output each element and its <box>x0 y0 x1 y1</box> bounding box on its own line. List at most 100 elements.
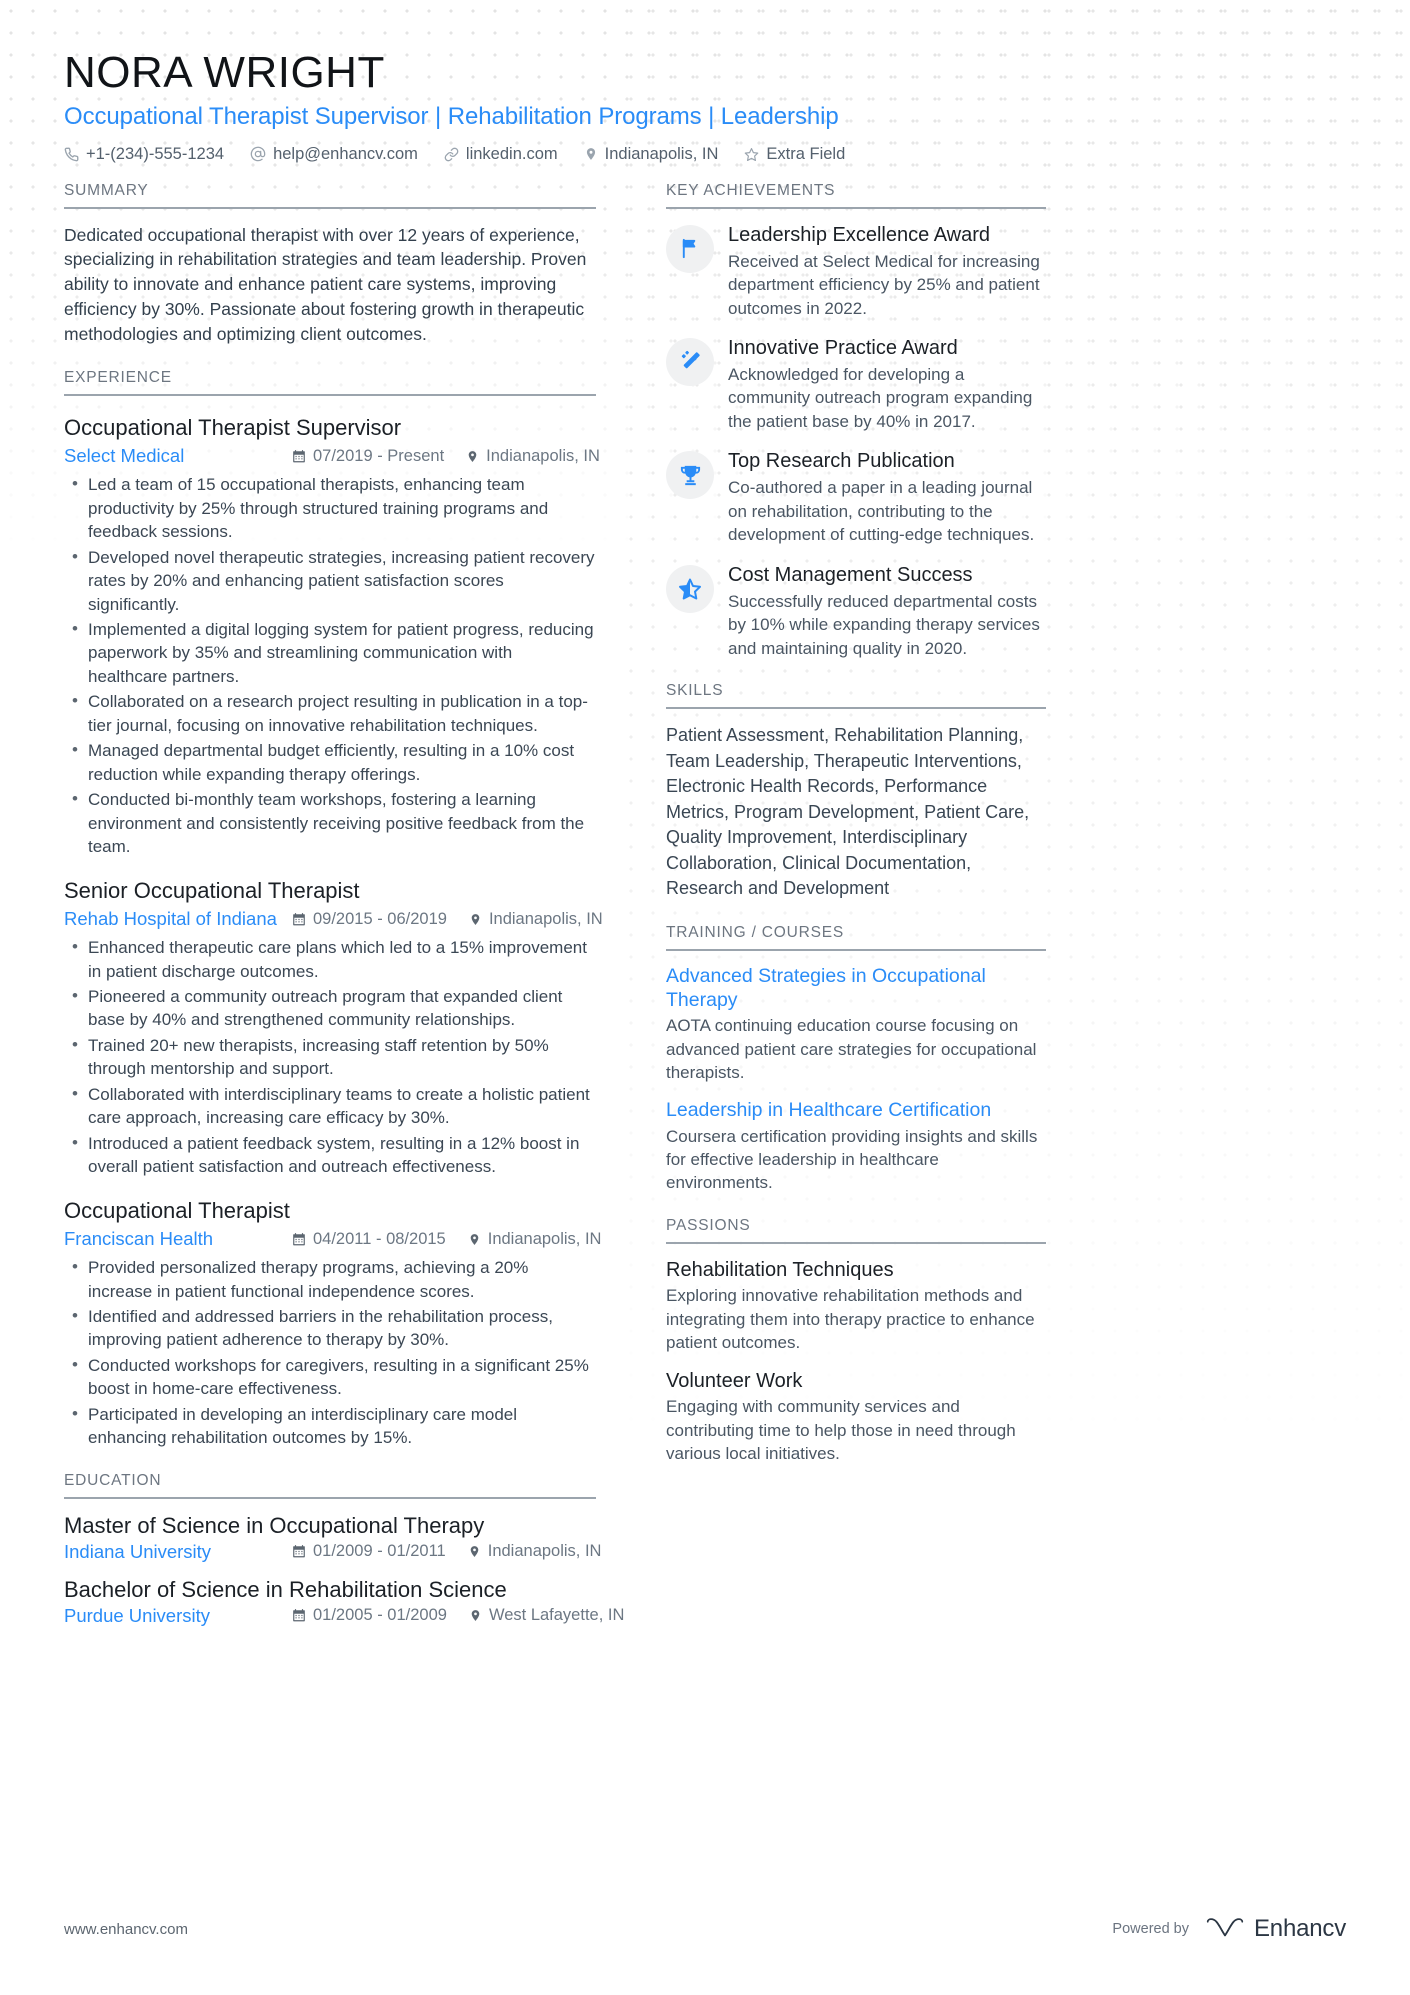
job-title: Occupational Therapist <box>64 1197 290 1223</box>
contact-location: Indianapolis, IN <box>584 145 718 164</box>
section-experience: EXPERIENCE Occupational Therapist Superv… <box>64 369 603 1450</box>
job-title: Occupational Therapist Supervisor <box>64 414 402 440</box>
job-location-text: Indianapolis, IN <box>488 909 603 928</box>
candidate-headline: Occupational Therapist Supervisor | Reha… <box>64 102 839 130</box>
passion-title: Rehabilitation Techniques <box>666 1258 894 1281</box>
education-entry: Bachelor of Science in Rehabilitation Sc… <box>64 1576 624 1627</box>
course-entry: Advanced Strategies in Occupational Ther… <box>666 965 1046 1085</box>
location-pin-icon <box>468 1544 481 1559</box>
section-education: EDUCATION Master of Science in Occupatio… <box>64 1472 624 1627</box>
job-location-text: Indianapolis, IN <box>486 446 600 465</box>
right-column: KEY ACHIEVEMENTS Leadership Excellence A… <box>666 182 1046 1466</box>
calendar-icon <box>292 912 306 927</box>
achievement-item: Top Research Publication Co-authored a p… <box>666 449 1046 546</box>
education-location: West Lafayette, IN <box>469 1606 624 1625</box>
resume-columns: SUMMARY Dedicated occupational therapist… <box>64 182 1346 1627</box>
company-name[interactable]: Franciscan Health <box>64 1228 292 1250</box>
calendar-icon <box>292 1232 306 1247</box>
bullet-item: Collaborated with interdisciplinary team… <box>64 1082 596 1130</box>
passion-entry: Volunteer Work Engaging with community s… <box>666 1369 1046 1466</box>
course-desc: Coursera certification providing insight… <box>666 1126 1038 1193</box>
bullet-item: Provided personalized therapy programs, … <box>64 1255 596 1303</box>
education-location-text: West Lafayette, IN <box>488 1606 625 1625</box>
education-school[interactable]: Purdue University <box>64 1605 292 1627</box>
passion-desc: Exploring innovative rehabilitation meth… <box>666 1286 1035 1353</box>
achievement-item: Innovative Practice Award Acknowledged f… <box>666 336 1046 433</box>
contact-phone[interactable]: +1-(234)-555-1234 <box>64 145 224 164</box>
course-entry: Leadership in Healthcare Certification C… <box>666 1099 1046 1195</box>
location-pin-icon <box>468 1232 481 1247</box>
passion-entry: Rehabilitation Techniques Exploring inno… <box>666 1258 1046 1355</box>
job-meta-row: Select Medical 07/2019 - Present Indiana… <box>64 445 600 467</box>
achievement-item: Cost Management Success Successfully red… <box>666 563 1046 660</box>
contact-extra-field-text: Extra Field <box>766 144 846 163</box>
section-passions: PASSIONS Rehabilitation Techniques Explo… <box>666 1217 1046 1466</box>
course-desc: AOTA continuing education course focusin… <box>666 1016 1037 1083</box>
enhancv-logo: Enhancv <box>1205 1915 1346 1943</box>
experience-entry: Senior Occupational Therapist Rehab Hosp… <box>64 877 603 1179</box>
section-training-courses: TRAINING / COURSES Advanced Strategies i… <box>666 924 1046 1195</box>
bullet-item: Conducted bi-monthly team workshops, fos… <box>64 787 596 858</box>
section-title-experience: EXPERIENCE <box>64 369 596 396</box>
contact-linkedin-text: linkedin.com <box>465 144 558 163</box>
achievement-desc: Successfully reduced departmental costs … <box>728 591 1040 658</box>
job-location: Indianapolis, IN <box>468 1229 602 1249</box>
job-title: Senior Occupational Therapist <box>64 877 360 903</box>
job-location-text: Indianapolis, IN <box>487 1229 602 1248</box>
job-dates: 04/2011 - 08/2015 <box>292 1230 446 1249</box>
contact-extra-field: Extra Field <box>744 145 845 164</box>
company-name[interactable]: Rehab Hospital of Indiana <box>64 908 292 930</box>
section-key-achievements: KEY ACHIEVEMENTS Leadership Excellence A… <box>666 182 1046 660</box>
half-star-icon <box>666 564 714 613</box>
candidate-name: NORA WRIGHT <box>64 48 385 97</box>
page-footer: www.enhancv.com Powered by Enhancv <box>0 1915 1410 1943</box>
passion-desc: Engaging with community services and con… <box>666 1397 1016 1463</box>
section-title-key-achievements: KEY ACHIEVEMENTS <box>666 182 1046 209</box>
job-bullets: Led a team of 15 occupational therapists… <box>64 472 596 858</box>
footer-brand: Powered by Enhancv <box>1112 1915 1346 1943</box>
job-dates: 09/2015 - 06/2019 <box>292 910 447 929</box>
contact-email[interactable]: help@enhancv.com <box>250 145 418 164</box>
bullet-item: Managed departmental budget efficiently,… <box>64 738 596 786</box>
location-pin-icon <box>466 449 479 464</box>
contact-linkedin[interactable]: linkedin.com <box>444 145 558 164</box>
education-location-text: Indianapolis, IN <box>487 1542 602 1561</box>
contact-email-text: help@enhancv.com <box>273 144 418 163</box>
powered-by-label: Powered by <box>1112 1921 1189 1937</box>
summary-text: Dedicated occupational therapist with ov… <box>64 224 587 344</box>
contact-phone-text: +1-(234)-555-1234 <box>86 144 225 163</box>
location-pin-icon <box>469 1608 482 1623</box>
achievement-list: Leadership Excellence Award Received at … <box>666 223 1046 660</box>
location-pin-icon <box>469 912 482 927</box>
job-bullets: Enhanced therapeutic care plans which le… <box>64 935 596 1179</box>
experience-entry: Occupational Therapist Franciscan Health… <box>64 1197 601 1450</box>
education-meta-row: Indiana University 01/2009 - 01/2011 Ind… <box>64 1541 601 1563</box>
calendar-icon <box>292 1608 306 1623</box>
education-dates: 01/2005 - 01/2009 <box>292 1606 447 1625</box>
education-meta-row: Purdue University 01/2005 - 01/2009 West… <box>64 1605 624 1627</box>
course-title[interactable]: Leadership in Healthcare Certification <box>666 1099 1046 1123</box>
bullet-item: Collaborated on a research project resul… <box>64 689 596 737</box>
achievement-desc: Co-authored a paper in a leading journal… <box>728 478 1035 545</box>
star-outline-icon <box>744 147 759 162</box>
education-dates-text: 01/2005 - 01/2009 <box>313 1606 447 1625</box>
footer-website-url[interactable]: www.enhancv.com <box>64 1921 188 1938</box>
job-dates-text: 09/2015 - 06/2019 <box>313 909 447 928</box>
flag-icon <box>666 224 714 273</box>
achievement-title: Top Research Publication <box>728 450 955 473</box>
bullet-item: Developed novel therapeutic strategies, … <box>64 545 596 616</box>
bullet-item: Trained 20+ new therapists, increasing s… <box>64 1033 596 1081</box>
education-dates: 01/2009 - 01/2011 <box>292 1542 446 1561</box>
enhancv-brand-name: Enhancv <box>1254 1915 1346 1942</box>
education-degree: Bachelor of Science in Rehabilitation Sc… <box>64 1576 507 1602</box>
trophy-icon <box>666 451 714 500</box>
company-name[interactable]: Select Medical <box>64 445 292 467</box>
education-school[interactable]: Indiana University <box>64 1541 292 1563</box>
course-title[interactable]: Advanced Strategies in Occupational Ther… <box>666 965 1046 1013</box>
phone-icon <box>64 147 79 162</box>
bullet-item: Led a team of 15 occupational therapists… <box>64 472 596 543</box>
resume-header: NORA WRIGHT Occupational Therapist Super… <box>64 0 1346 164</box>
achievement-body: Leadership Excellence Award Received at … <box>728 223 1046 320</box>
bullet-item: Identified and addressed barriers in the… <box>64 1304 596 1352</box>
magic-wand-icon <box>666 337 714 386</box>
